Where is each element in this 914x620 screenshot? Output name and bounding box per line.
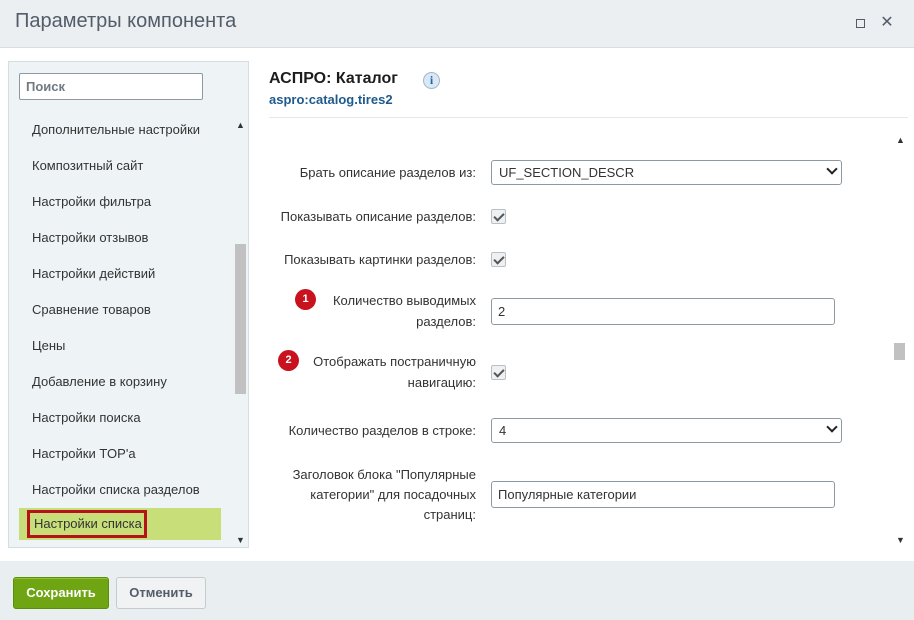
save-button[interactable]: Сохранить: [13, 577, 109, 609]
scroll-down-icon[interactable]: ▼: [896, 535, 905, 545]
label-sections-count-1: Количество выводимых: [332, 293, 476, 308]
dialog-content: Дополнительные настройки Композитный сай…: [0, 48, 914, 561]
chevron-down-icon: [826, 421, 838, 433]
form-scrollbar[interactable]: ▲ ▼: [892, 135, 908, 545]
form-scroll-thumb[interactable]: [894, 343, 905, 360]
dialog-title: Параметры компонента: [15, 10, 237, 32]
label-popular-title-2: категории" для посадочных: [310, 487, 476, 502]
header-divider: [269, 117, 908, 118]
dialog-footer: Сохранить Отменить: [0, 561, 914, 620]
sidebar-item-compare[interactable]: Сравнение товаров: [32, 300, 231, 320]
section-descr-select[interactable]: UF_SECTION_DESCR: [491, 160, 842, 185]
sidebar-item-composite-site[interactable]: Композитный сайт: [32, 156, 231, 176]
component-code: aspro:catalog.tires2: [269, 92, 393, 107]
sidebar-item-top-settings[interactable]: Настройки TOP'a: [32, 444, 231, 464]
scroll-up-icon[interactable]: ▲: [896, 135, 905, 145]
label-popular-title-1: Заголовок блока "Популярные: [292, 467, 476, 482]
sidebar-item-search-settings[interactable]: Настройки поиска: [32, 408, 231, 428]
sidebar-scroll-thumb[interactable]: [235, 244, 246, 394]
sidebar-item-prices[interactable]: Цены: [32, 336, 231, 356]
show-section-descr-checkbox[interactable]: [491, 209, 506, 224]
sidebar-item-add-to-cart[interactable]: Добавление в корзину: [32, 372, 231, 392]
callout-badge-1: 1: [295, 289, 316, 310]
sidebar: Дополнительные настройки Композитный сай…: [8, 61, 249, 548]
sidebar-item-filter-settings[interactable]: Настройки фильтра: [32, 192, 231, 212]
sidebar-item-review-settings[interactable]: Настройки отзывов: [32, 228, 231, 248]
label-show-section-pics: Показывать картинки разделов:: [284, 252, 476, 267]
sidebar-item-label: Настройки списка: [34, 516, 142, 531]
search-input[interactable]: [19, 73, 203, 100]
select-value: 4: [499, 423, 507, 438]
dialog-titlebar: Параметры компонента ✕: [0, 0, 914, 48]
label-popular-title-3: страниц:: [423, 507, 476, 522]
popular-title-input[interactable]: [491, 481, 835, 508]
label-pager-1: Отображать постраничную: [313, 354, 476, 369]
label-pager-2: навигацию:: [407, 375, 476, 390]
show-section-pics-checkbox[interactable]: [491, 252, 506, 267]
scroll-down-icon[interactable]: ▼: [236, 535, 245, 545]
close-icon[interactable]: ✕: [880, 15, 894, 31]
sidebar-nav: Дополнительные настройки Композитный сай…: [9, 110, 231, 548]
info-icon[interactable]: i: [423, 72, 440, 89]
sidebar-item-list-settings[interactable]: Настройки списка: [19, 508, 221, 540]
sidebar-scrollbar[interactable]: ▲ ▼: [232, 110, 248, 547]
sidebar-item-action-settings[interactable]: Настройки действий: [32, 264, 231, 284]
per-row-select[interactable]: 4: [491, 418, 842, 443]
settings-form: Брать описание разделов из: UF_SECTION_D…: [260, 135, 891, 545]
label-per-row: Количество разделов в строке:: [288, 423, 476, 438]
pager-checkbox[interactable]: [491, 365, 506, 380]
sidebar-item-additional-settings[interactable]: Дополнительные настройки: [32, 120, 231, 140]
label-sections-count-2: разделов:: [416, 314, 476, 329]
scroll-up-icon[interactable]: ▲: [236, 120, 245, 130]
label-section-descr: Брать описание разделов из:: [299, 165, 476, 180]
callout-badge-2: 2: [278, 350, 299, 371]
sections-count-input[interactable]: [491, 298, 835, 325]
component-title: АСПРО: Каталог: [269, 70, 398, 87]
maximize-icon[interactable]: [853, 16, 867, 30]
cancel-button[interactable]: Отменить: [116, 577, 206, 609]
select-value: UF_SECTION_DESCR: [499, 165, 635, 180]
chevron-down-icon: [826, 163, 838, 175]
sidebar-item-section-list-settings[interactable]: Настройки списка разделов: [32, 480, 231, 500]
label-show-section-descr: Показывать описание разделов:: [280, 209, 476, 224]
